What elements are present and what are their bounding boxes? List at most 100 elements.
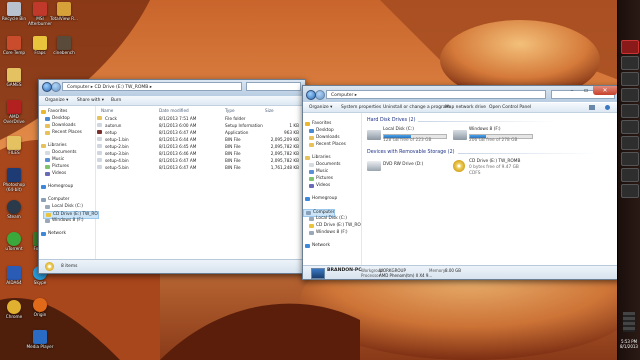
nav-downloads[interactable]: Downloads [43,123,76,129]
desktop-icon-label: Fraps [34,50,46,55]
column-size[interactable]: Size [265,108,274,113]
desktop-icon-chrome[interactable]: Chrome [0,300,28,320]
taskbar-button-app-8[interactable] [621,152,639,166]
taskbar-button-app-9[interactable] [621,168,639,182]
forward-button[interactable] [315,90,325,100]
desktop-icon-cinebench[interactable]: cinebench [50,36,78,56]
file-row[interactable]: setup-2.bin 8/1/2013 6:45 AM BIN File 2,095… [97,144,305,150]
desktop-icon-aida64[interactable]: AIDA64 [0,266,28,286]
nav-network[interactable]: Network [303,243,330,249]
taskbar-button-app-5[interactable] [621,104,639,118]
maximize-button[interactable]: ▫ [579,86,593,95]
desktop-icon-label: AMD OverDrive [3,114,25,124]
file-row[interactable]: autorun 8/1/2013 6:00 AM Setup Information… [97,123,305,129]
nav-computer[interactable]: Computer [39,197,69,203]
nav-libraries[interactable]: Libraries [39,143,67,149]
nav-videos[interactable]: Videos [307,183,330,189]
organize-button[interactable]: Organize ▾ [45,96,68,105]
taskbar-button-app-4[interactable] [621,88,639,102]
drive-windows8-f[interactable]: Windows 8 (F:) 206 GB free of 278 GB [453,127,537,145]
nav-recent-places[interactable]: Recent Places [43,130,82,136]
open-control-panel-button[interactable]: Open Control Panel [489,103,531,112]
nav-music[interactable]: Music [43,157,64,163]
view-options-icon[interactable] [589,105,595,110]
nav-pictures[interactable]: Pictures [43,164,69,170]
map-network-drive-button[interactable]: Map network drive [445,103,486,112]
nav-homegroup[interactable]: Homegroup [303,196,337,202]
desktop-icon-label: Skype [33,280,47,285]
taskbar-button-app-10[interactable] [621,184,639,198]
nav-homegroup[interactable]: Homegroup [39,184,73,190]
title-bar[interactable]: Computer ▸ CD Drive (E:) TW_ROMB ▸ [39,80,305,96]
desktop-icon-steam[interactable]: Steam [0,200,28,220]
nav-windows8[interactable]: Windows 8 (F:) [43,218,84,224]
file-row[interactable]: Crack 8/1/2013 7:51 AM File folder [97,116,305,122]
search-input[interactable] [246,82,301,91]
desktop-icon-origin[interactable]: Origin [26,298,54,318]
share-with-button[interactable]: Share with ▾ [77,96,104,105]
desktop-icon-media-player[interactable]: Media Player [26,330,54,350]
drive-local-disk-c[interactable]: Local Disk (C:) 128 GB free of 223 GB [367,127,451,145]
column-date[interactable]: Date modified [159,108,189,113]
photoshop-icon [7,168,21,182]
nav-cd-drive[interactable]: CD Drive (E:) TW_RO [307,223,361,229]
taskbar-button-app-6[interactable] [621,120,639,134]
organize-button[interactable]: Organize ▾ [309,103,332,112]
file-row[interactable]: setup 8/1/2013 6:47 AM Application 963 KB [97,130,305,136]
desktop-icon-totalview[interactable]: TotalView R... [50,2,78,22]
cd-drive-window[interactable]: Computer ▸ CD Drive (E:) TW_ROMB ▸ Organ… [38,79,306,274]
nav-desktop[interactable]: Desktop [307,128,334,134]
forward-button[interactable] [51,82,61,92]
taskbar-button-app-2[interactable] [621,56,639,70]
desktop-icon-utorrent[interactable]: uTorrent [0,232,28,252]
drive-cd-e[interactable]: CD Drive (E:) TW_ROMB 0 bytes free of 9.… [453,159,543,181]
nav-pictures[interactable]: Pictures [307,176,333,182]
file-row[interactable]: setup-5.bin 8/1/2013 6:47 AM BIN File 1,761… [97,165,305,171]
removable-storage-heading[interactable]: Devices with Removable Storage (2) [367,150,597,155]
address-bar[interactable]: Computer ▸ [326,90,546,99]
desktop-icon-core-temp[interactable]: Core Temp [0,36,28,56]
recycle-bin-icon [7,2,21,16]
nav-favorites[interactable]: Favorites [303,121,331,127]
column-type[interactable]: Type [225,108,235,113]
address-bar[interactable]: Computer ▸ CD Drive (E:) TW_ROMB ▸ [62,82,242,91]
nav-music[interactable]: Music [307,169,328,175]
nav-downloads[interactable]: Downloads [307,135,340,141]
nav-documents[interactable]: Documents [307,162,341,168]
taskbar-button-app-7[interactable] [621,136,639,150]
hard-disk-drives-heading[interactable]: Hard Disk Drives (2) [367,118,561,123]
desktop-icon-games[interactable]: GAMES [0,68,28,88]
burn-button[interactable]: Burn [111,96,121,105]
system-properties-button[interactable]: System properties [341,103,381,112]
title-bar[interactable]: Computer ▸ – ▫ ✕ [303,86,619,102]
nav-network[interactable]: Network [39,231,66,237]
minimize-button[interactable]: – [565,86,579,95]
tray-icons[interactable] [623,312,635,332]
drive-dvd-rw-d[interactable]: DVD RW Drive (D:) [367,159,451,175]
nav-favorites[interactable]: Favorites [39,109,67,115]
nav-windows8[interactable]: Windows 8 (F:) [307,230,348,236]
nav-libraries[interactable]: Libraries [303,155,331,161]
file-row[interactable]: setup-4.bin 8/1/2013 6:47 AM BIN File 2,095… [97,158,305,164]
file-row[interactable]: setup-1.bin 8/1/2013 6:44 AM BIN File 2,095… [97,137,305,143]
desktop-icon-recycle-bin[interactable]: Recycle Bin [0,2,28,22]
column-name[interactable]: Name [101,108,113,113]
taskbar-button-app-1[interactable] [621,40,639,54]
nav-desktop[interactable]: Desktop [43,116,70,122]
nav-recent-places[interactable]: Recent Places [307,142,346,148]
close-button[interactable]: ✕ [593,86,617,95]
taskbar-button-app-3[interactable] [621,72,639,86]
computer-window[interactable]: Computer ▸ – ▫ ✕ Organize ▾ System prope… [302,85,620,280]
desktop-icon-amd-overdrive[interactable]: AMD OverDrive [0,100,28,125]
nav-local-disk[interactable]: Local Disk (C:) [307,216,347,222]
uninstall-program-button[interactable]: Uninstall or change a program [383,103,450,112]
help-icon[interactable] [605,105,610,110]
tray-clock[interactable]: 5:53 PM 8/1/2013 [618,339,640,350]
nav-local-disk[interactable]: Local Disk (C:) [43,204,83,210]
desktop-icon-files[interactable]: FILES [0,136,28,156]
desktop-icon-photoshop[interactable]: Photoshop (64-bit) [0,168,28,193]
file-name: setup-1.bin [105,137,129,142]
file-row[interactable]: setup-3.bin 8/1/2013 6:46 AM BIN File 2,095… [97,151,305,157]
nav-documents[interactable]: Documents [43,150,77,156]
nav-videos[interactable]: Videos [43,171,66,177]
